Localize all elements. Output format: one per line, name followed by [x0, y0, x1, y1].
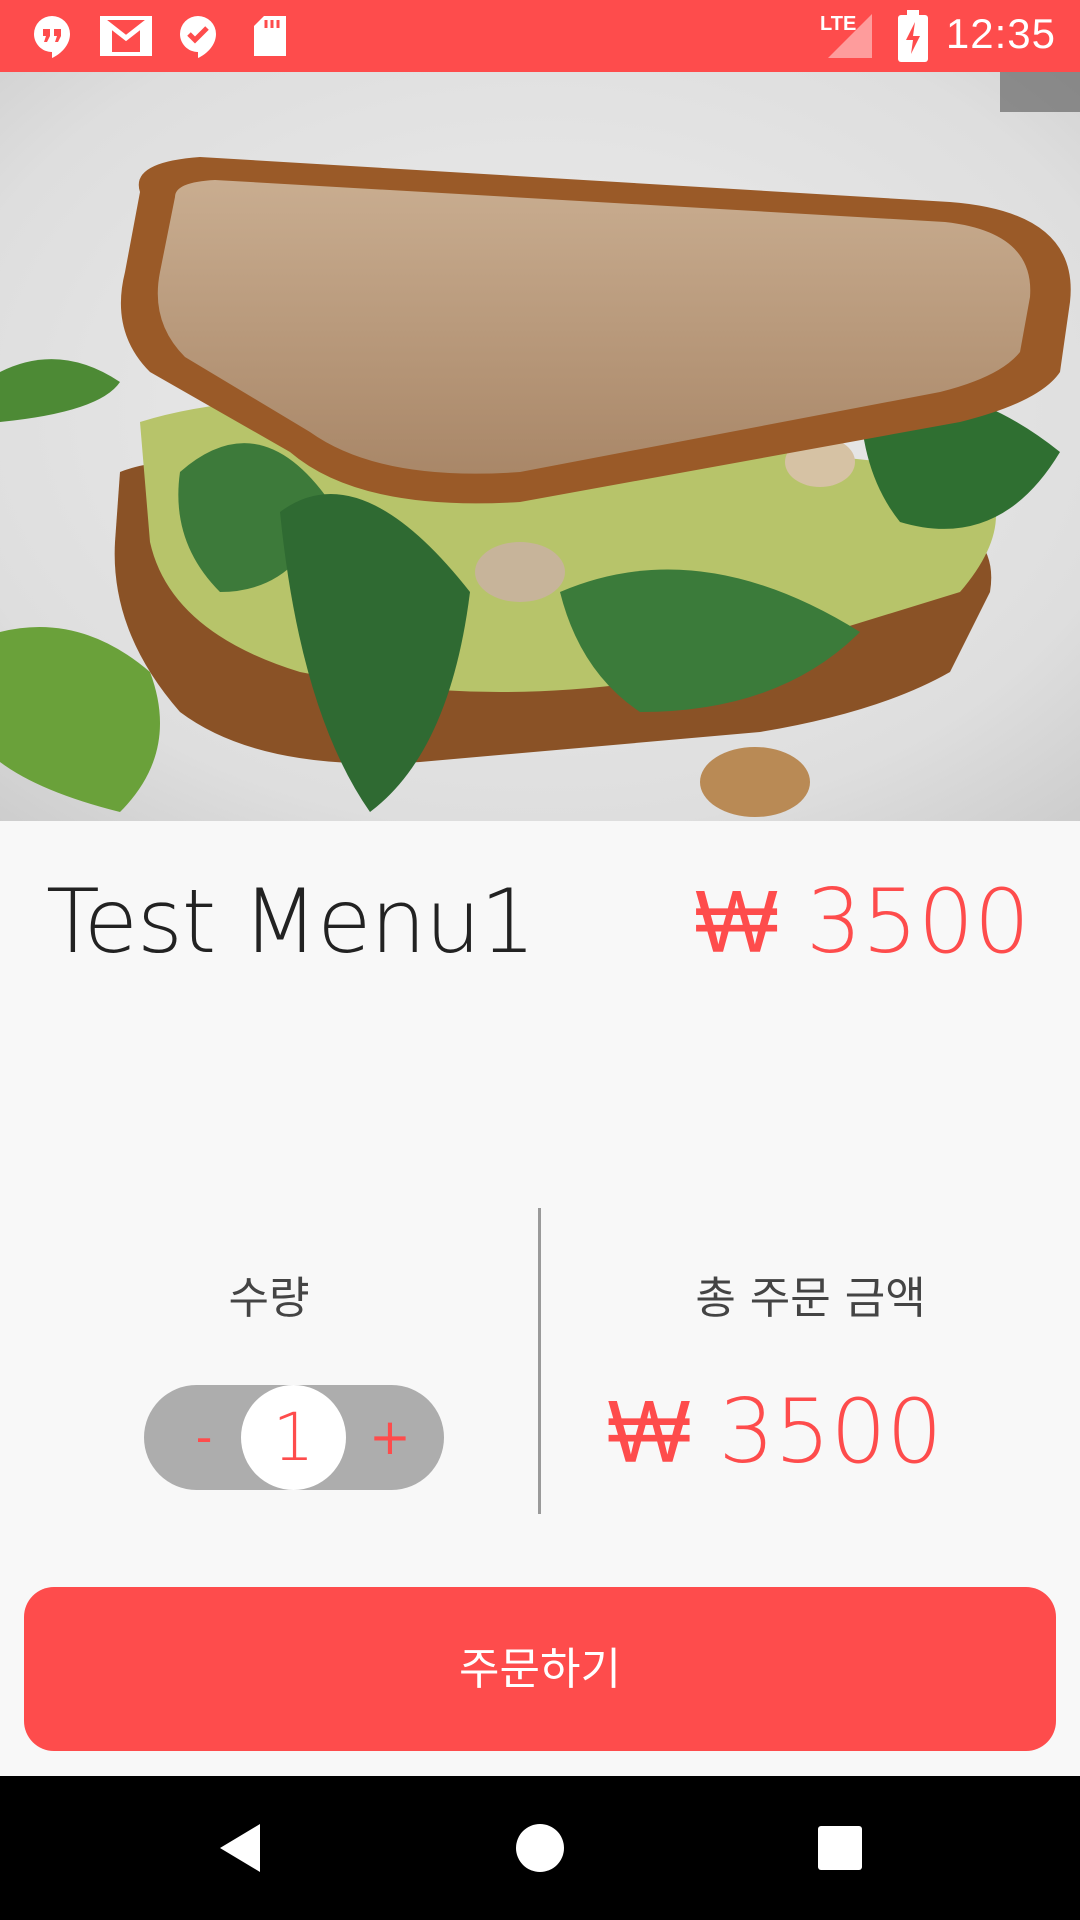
- status-bar: LTE 12:35: [0, 0, 1080, 72]
- battery-charging-icon: [898, 10, 928, 66]
- status-time: 12:35: [945, 10, 1056, 57]
- total-amount-value: ₩ 3500: [607, 1380, 943, 1483]
- menu-hero-image: [0, 72, 1080, 821]
- total-amount-label: 총 주문 금액: [695, 1273, 926, 1324]
- decrease-quantity-button[interactable]: -: [164, 1385, 244, 1490]
- checkmark-chat-icon: [178, 14, 218, 62]
- quantity-value: 1: [241, 1385, 346, 1490]
- menu-title: Test Menu1: [46, 870, 536, 973]
- back-icon[interactable]: [180, 1776, 300, 1920]
- menu-price: ₩ 3500: [695, 870, 1030, 973]
- quantity-label: 수량: [228, 1273, 310, 1324]
- home-icon[interactable]: [480, 1776, 600, 1920]
- increase-quantity-button[interactable]: +: [350, 1385, 430, 1490]
- svg-text:LTE: LTE: [820, 13, 856, 35]
- quantity-stepper: - 1 +: [144, 1385, 444, 1490]
- hangouts-icon: [32, 14, 72, 62]
- recents-icon[interactable]: [780, 1776, 900, 1920]
- signal-icon: LTE: [820, 12, 874, 64]
- sd-card-icon: [252, 14, 288, 62]
- navigation-bar: [0, 1776, 1080, 1920]
- order-button[interactable]: 주문하기: [24, 1587, 1056, 1751]
- gmail-icon: [99, 14, 153, 60]
